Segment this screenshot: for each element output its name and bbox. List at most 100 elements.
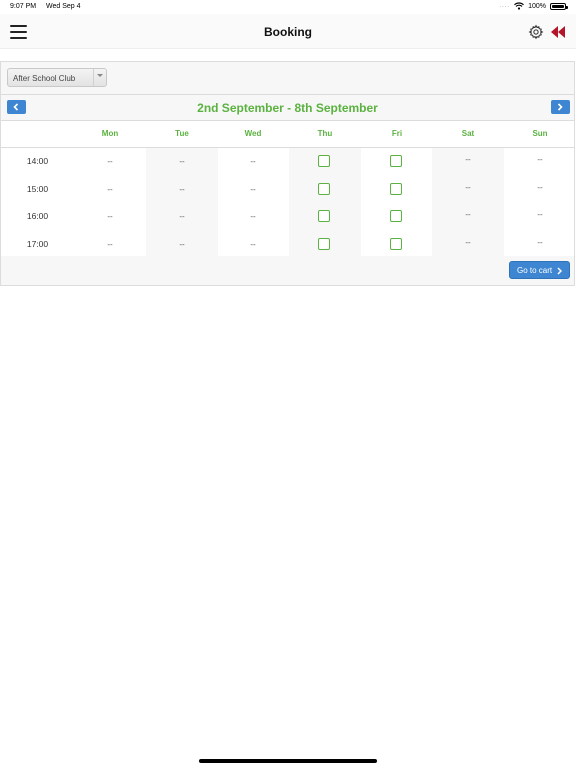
unavailable-slot: --: [107, 185, 113, 194]
unavailable-slot: --: [250, 185, 256, 194]
page-title: Booking: [264, 25, 312, 39]
booking-panel: After School Club 2nd September - 8th Se…: [0, 61, 575, 286]
slot-cell: --: [504, 176, 576, 203]
unavailable-slot: --: [537, 238, 543, 247]
day-header-row: Mon Tue Wed Thu Fri Sat Sun: [1, 121, 574, 148]
day-header: Sun: [532, 129, 548, 138]
chevron-right-icon: [557, 103, 563, 111]
unavailable-slot: --: [179, 212, 185, 221]
club-select[interactable]: After School Club: [7, 68, 107, 87]
slot-checkbox[interactable]: [318, 155, 330, 167]
slot-cell: --: [217, 203, 289, 230]
unavailable-slot: --: [179, 185, 185, 194]
day-column-sat: -- -- -- --: [432, 148, 504, 257]
unavailable-slot: --: [537, 155, 543, 164]
time-column: 14:00 15:00 16:00 17:00: [1, 148, 73, 257]
slot-cell: --: [146, 203, 218, 230]
day-column-wed: -- -- -- --: [217, 148, 289, 257]
wifi-icon: [514, 2, 525, 10]
time-label: 15:00: [26, 184, 49, 194]
status-time: 9:07 PM: [10, 3, 37, 10]
day-column-sun: -- -- -- --: [504, 148, 576, 257]
go-to-cart-button[interactable]: Go to cart: [509, 261, 570, 279]
slot-cell: [289, 148, 361, 175]
slot-cell: --: [432, 231, 504, 258]
time-label: 14:00: [26, 156, 49, 166]
slot-checkbox[interactable]: [318, 210, 330, 222]
slot-cell: --: [146, 176, 218, 203]
next-week-button[interactable]: [551, 100, 570, 114]
unavailable-slot: --: [250, 212, 256, 221]
unavailable-slot: --: [107, 212, 113, 221]
unavailable-slot: --: [107, 157, 113, 166]
signal-indicator: ....: [499, 3, 511, 9]
slot-checkbox[interactable]: [318, 238, 330, 250]
day-header: Wed: [244, 129, 262, 138]
slot-checkbox[interactable]: [390, 155, 402, 167]
go-to-cart-label: Go to cart: [517, 266, 553, 275]
chevron-right-icon: [557, 267, 562, 275]
day-header: Tue: [175, 129, 189, 138]
day-header: Mon: [101, 129, 119, 138]
battery-percent: 100%: [528, 2, 546, 10]
unavailable-slot: --: [250, 157, 256, 166]
slot-cell: --: [74, 148, 146, 175]
day-column-fri: [361, 148, 433, 257]
slot-cell: --: [432, 176, 504, 203]
slot-cell: [361, 148, 433, 175]
unavailable-slot: --: [465, 155, 471, 164]
time-label: 16:00: [26, 211, 49, 221]
week-navigator: 2nd September - 8th September: [1, 94, 574, 120]
unavailable-slot: --: [465, 210, 471, 219]
slot-cell: [361, 176, 433, 203]
day-header: Thu: [317, 129, 333, 138]
slot-cell: [361, 231, 433, 258]
unavailable-slot: --: [179, 240, 185, 249]
home-indicator[interactable]: [199, 759, 377, 763]
slot-cell: --: [146, 231, 218, 258]
panel-footer: Go to cart: [1, 256, 574, 285]
day-column-thu: [289, 148, 361, 257]
slot-cell: --: [74, 176, 146, 203]
slot-cell: [289, 231, 361, 258]
chevron-down-icon: [93, 69, 106, 86]
status-bar: 9:07 PM Wed Sep 4 .... 100%: [0, 0, 576, 14]
day-header: Sat: [461, 129, 475, 138]
unavailable-slot: --: [537, 183, 543, 192]
booking-grid: Mon Tue Wed Thu Fri Sat Sun 14:00 15:00 …: [1, 120, 574, 258]
slot-cell: --: [432, 148, 504, 175]
gear-icon[interactable]: [528, 24, 544, 40]
slot-cell: --: [74, 231, 146, 258]
day-column-mon: -- -- -- --: [74, 148, 146, 257]
slot-cell: --: [217, 148, 289, 175]
slot-cell: --: [432, 203, 504, 230]
slot-checkbox[interactable]: [390, 183, 402, 195]
slot-cell: --: [504, 203, 576, 230]
rewind-icon[interactable]: [550, 25, 566, 39]
slot-checkbox[interactable]: [318, 183, 330, 195]
slot-checkbox[interactable]: [390, 210, 402, 222]
unavailable-slot: --: [465, 238, 471, 247]
slot-cell: --: [504, 231, 576, 258]
slot-cell: --: [146, 148, 218, 175]
status-date: Wed Sep 4: [46, 3, 81, 10]
unavailable-slot: --: [107, 240, 113, 249]
battery-icon: [550, 2, 568, 10]
slot-cell: --: [74, 203, 146, 230]
slot-cell: [289, 203, 361, 230]
unavailable-slot: --: [250, 240, 256, 249]
slot-checkbox[interactable]: [390, 238, 402, 250]
navigation-bar: Booking: [0, 14, 576, 49]
slot-cell: --: [217, 176, 289, 203]
day-header: Fri: [391, 129, 403, 138]
slot-cell: [361, 203, 433, 230]
unavailable-slot: --: [537, 210, 543, 219]
slot-cell: --: [504, 148, 576, 175]
time-label: 17:00: [26, 239, 49, 249]
slot-cell: [289, 176, 361, 203]
day-column-tue: -- -- -- --: [146, 148, 218, 257]
club-select-value: After School Club: [13, 74, 76, 83]
unavailable-slot: --: [465, 183, 471, 192]
week-title: 2nd September - 8th September: [197, 101, 378, 115]
unavailable-slot: --: [179, 157, 185, 166]
